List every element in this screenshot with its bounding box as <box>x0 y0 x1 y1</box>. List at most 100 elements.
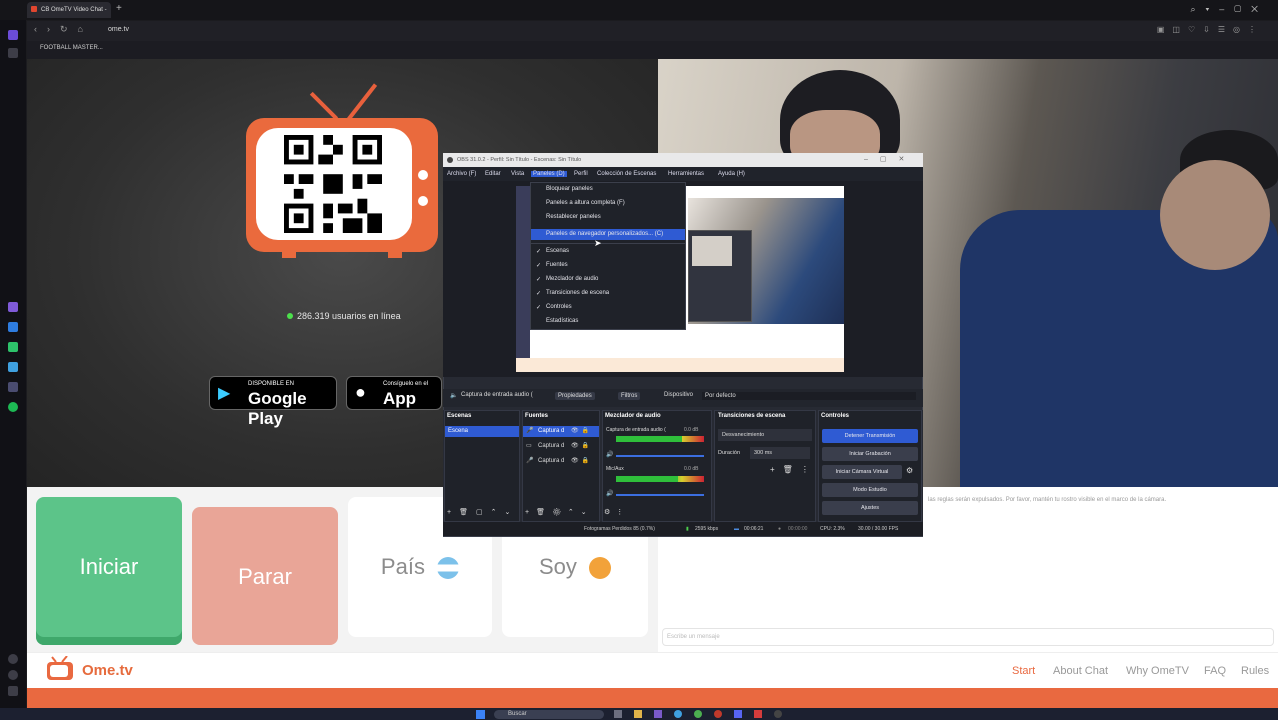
country-label: País <box>380 554 425 579</box>
dd-estadisticas[interactable]: Estadísticas <box>546 318 578 324</box>
star-icon[interactable] <box>8 48 18 58</box>
footer-link-rules[interactable]: Rules <box>1241 665 1269 677</box>
menu-ayuda[interactable]: Ayuda (H) <box>718 171 745 177</box>
badge-small-text: Consíguelo en el <box>383 381 429 387</box>
scene-actions-icon[interactable]: +🗑▢⌃⌄ <box>447 508 518 516</box>
nav-buttons-icon[interactable]: ‹›↻⌂ <box>34 24 93 35</box>
spotify-icon[interactable] <box>8 402 18 412</box>
google-play-badge[interactable]: ▶ DISPONIBLE EN Google Play <box>209 376 337 428</box>
mixer-title: Mezclador de audio <box>605 413 661 419</box>
telegram-icon[interactable] <box>8 362 18 372</box>
speaker-icon[interactable]: 🔊 <box>606 490 613 497</box>
visibility-lock-icon[interactable]: 👁🔒 <box>571 427 592 434</box>
dd-transiciones[interactable]: Transiciones de escena <box>546 290 609 296</box>
obs-app-icon[interactable] <box>754 710 762 718</box>
menu-herramientas[interactable]: Herramientas <box>668 171 704 177</box>
url-field[interactable]: ome.tv <box>108 26 129 33</box>
dd-escenas[interactable]: Escenas <box>546 248 569 254</box>
transition-select[interactable]: Desvanecimiento <box>718 429 812 441</box>
menu-paneles[interactable]: Paneles (D) <box>531 171 567 177</box>
dd-mezclador[interactable]: Mezclador de audio <box>546 276 598 282</box>
source-item[interactable]: Captura d <box>538 428 564 434</box>
transition-actions-icon[interactable]: +🗑⋮ <box>770 465 817 474</box>
heart-icon[interactable] <box>8 654 18 664</box>
check-icon: ✓ <box>536 249 542 255</box>
stop-button[interactable]: Parar <box>192 507 338 645</box>
chrome-icon[interactable] <box>694 710 702 718</box>
volume-slider[interactable] <box>616 455 704 457</box>
footer-link-start[interactable]: Start <box>1012 665 1035 677</box>
source-actions-icon[interactable]: +🗑⚙⌃⌄ <box>525 508 594 516</box>
visibility-lock-icon[interactable]: 👁🔒 <box>571 442 592 449</box>
device-select[interactable]: Por defecto <box>702 392 916 400</box>
tv-knob <box>418 170 428 180</box>
source-item[interactable]: Captura d <box>538 443 564 449</box>
app-icon[interactable] <box>654 710 662 718</box>
menu-archivo[interactable]: Archivo (F) <box>447 171 476 177</box>
dd-altura[interactable]: Paneles a altura completa (F) <box>546 200 625 206</box>
visibility-lock-icon[interactable]: 👁🔒 <box>571 457 592 464</box>
footer-brand[interactable]: Ome.tv <box>82 662 133 679</box>
play-icon: ▶ <box>218 385 231 402</box>
opera-icon[interactable] <box>714 710 722 718</box>
chat-icon[interactable] <box>8 322 18 332</box>
properties-button[interactable]: Propiedades <box>555 392 595 400</box>
browser-tab[interactable]: CB OmeTV Video Chat - <box>27 2 111 18</box>
speaker-icon[interactable]: 🔊 <box>606 451 613 458</box>
dd-bloquear[interactable]: Bloquear paneles <box>546 186 593 192</box>
menu-editar[interactable]: Editar <box>485 171 501 177</box>
gear-icon[interactable]: ⚙ <box>906 466 913 475</box>
mixer-actions-icon[interactable]: ⚙⋮ <box>604 508 629 516</box>
stop-stream-button[interactable]: Detener Transmisión <box>822 429 918 443</box>
history-icon[interactable] <box>8 670 18 680</box>
volume-slider[interactable] <box>616 494 704 496</box>
taskbar-search[interactable]: Buscar <box>494 710 604 719</box>
dd-navegador[interactable]: Paneles de navegador personalizados... (… <box>546 231 663 237</box>
taskbar-apps[interactable] <box>614 710 814 719</box>
mic-icon: 🎤 <box>526 428 534 434</box>
windows-start-icon[interactable] <box>476 710 485 719</box>
discord-icon[interactable] <box>734 710 742 718</box>
dd-restablecer[interactable]: Restablecer paneles <box>546 214 601 220</box>
footer-link-about[interactable]: About Chat <box>1053 665 1108 677</box>
apple-icon: ● <box>355 382 366 402</box>
record-time: 00:00:00 <box>788 526 808 532</box>
virtual-camera-button[interactable]: Iniciar Cámara Virtual <box>822 465 902 479</box>
new-tab-icon[interactable]: + <box>116 3 122 14</box>
studio-mode-button[interactable]: Modo Estudio <box>822 483 918 497</box>
start-button[interactable]: Iniciar <box>36 497 182 645</box>
chat-input[interactable]: Escribe un mensaje <box>662 628 1274 646</box>
app-icon[interactable] <box>8 382 18 392</box>
home-icon[interactable] <box>8 30 18 40</box>
footer-link-why[interactable]: Why OmeTV <box>1126 665 1189 677</box>
app-icon[interactable] <box>614 710 622 718</box>
duration-input[interactable]: 300 ms <box>750 447 810 459</box>
start-recording-button[interactable]: Iniciar Grabación <box>822 447 918 461</box>
edge-icon[interactable] <box>674 710 682 718</box>
menu-perfil[interactable]: Perfil <box>574 171 588 177</box>
folder-icon[interactable] <box>634 710 642 718</box>
menu-coleccion[interactable]: Colección de Escenas <box>597 171 656 177</box>
whatsapp-icon[interactable] <box>8 342 18 352</box>
window-controls-icon[interactable]: ⌕▾–▢✕ <box>1190 4 1268 15</box>
badge-big-text: Google Play <box>248 389 307 428</box>
record-icon: ● <box>778 526 782 532</box>
bookmark-item[interactable]: FOOTBALL MASTER... <box>40 45 103 51</box>
more-icon[interactable] <box>8 686 18 696</box>
filters-button[interactable]: Filtros <box>618 392 641 400</box>
bitrate: 2595 kbps <box>695 526 719 532</box>
toolbar-icons[interactable]: ▣◫♡⇩☰◎⋮ <box>1157 25 1264 34</box>
app-store-badge[interactable]: ● Consíguelo en el App Store <box>346 376 442 410</box>
obs-window-controls-icon[interactable]: –▢✕ <box>864 155 916 163</box>
tv-knob <box>418 196 428 206</box>
dd-controles[interactable]: Controles <box>546 304 572 310</box>
menu-vista[interactable]: Vista <box>511 171 524 177</box>
messenger-icon[interactable] <box>8 302 18 312</box>
obs-icon[interactable] <box>774 710 782 718</box>
source-item[interactable]: Captura d <box>538 458 564 464</box>
scene-item[interactable]: Escena <box>445 426 519 437</box>
footer-link-faq[interactable]: FAQ <box>1204 665 1226 677</box>
scenes-title: Escenas <box>447 413 472 419</box>
settings-button[interactable]: Ajustes <box>822 501 918 515</box>
dd-fuentes[interactable]: Fuentes <box>546 262 568 268</box>
